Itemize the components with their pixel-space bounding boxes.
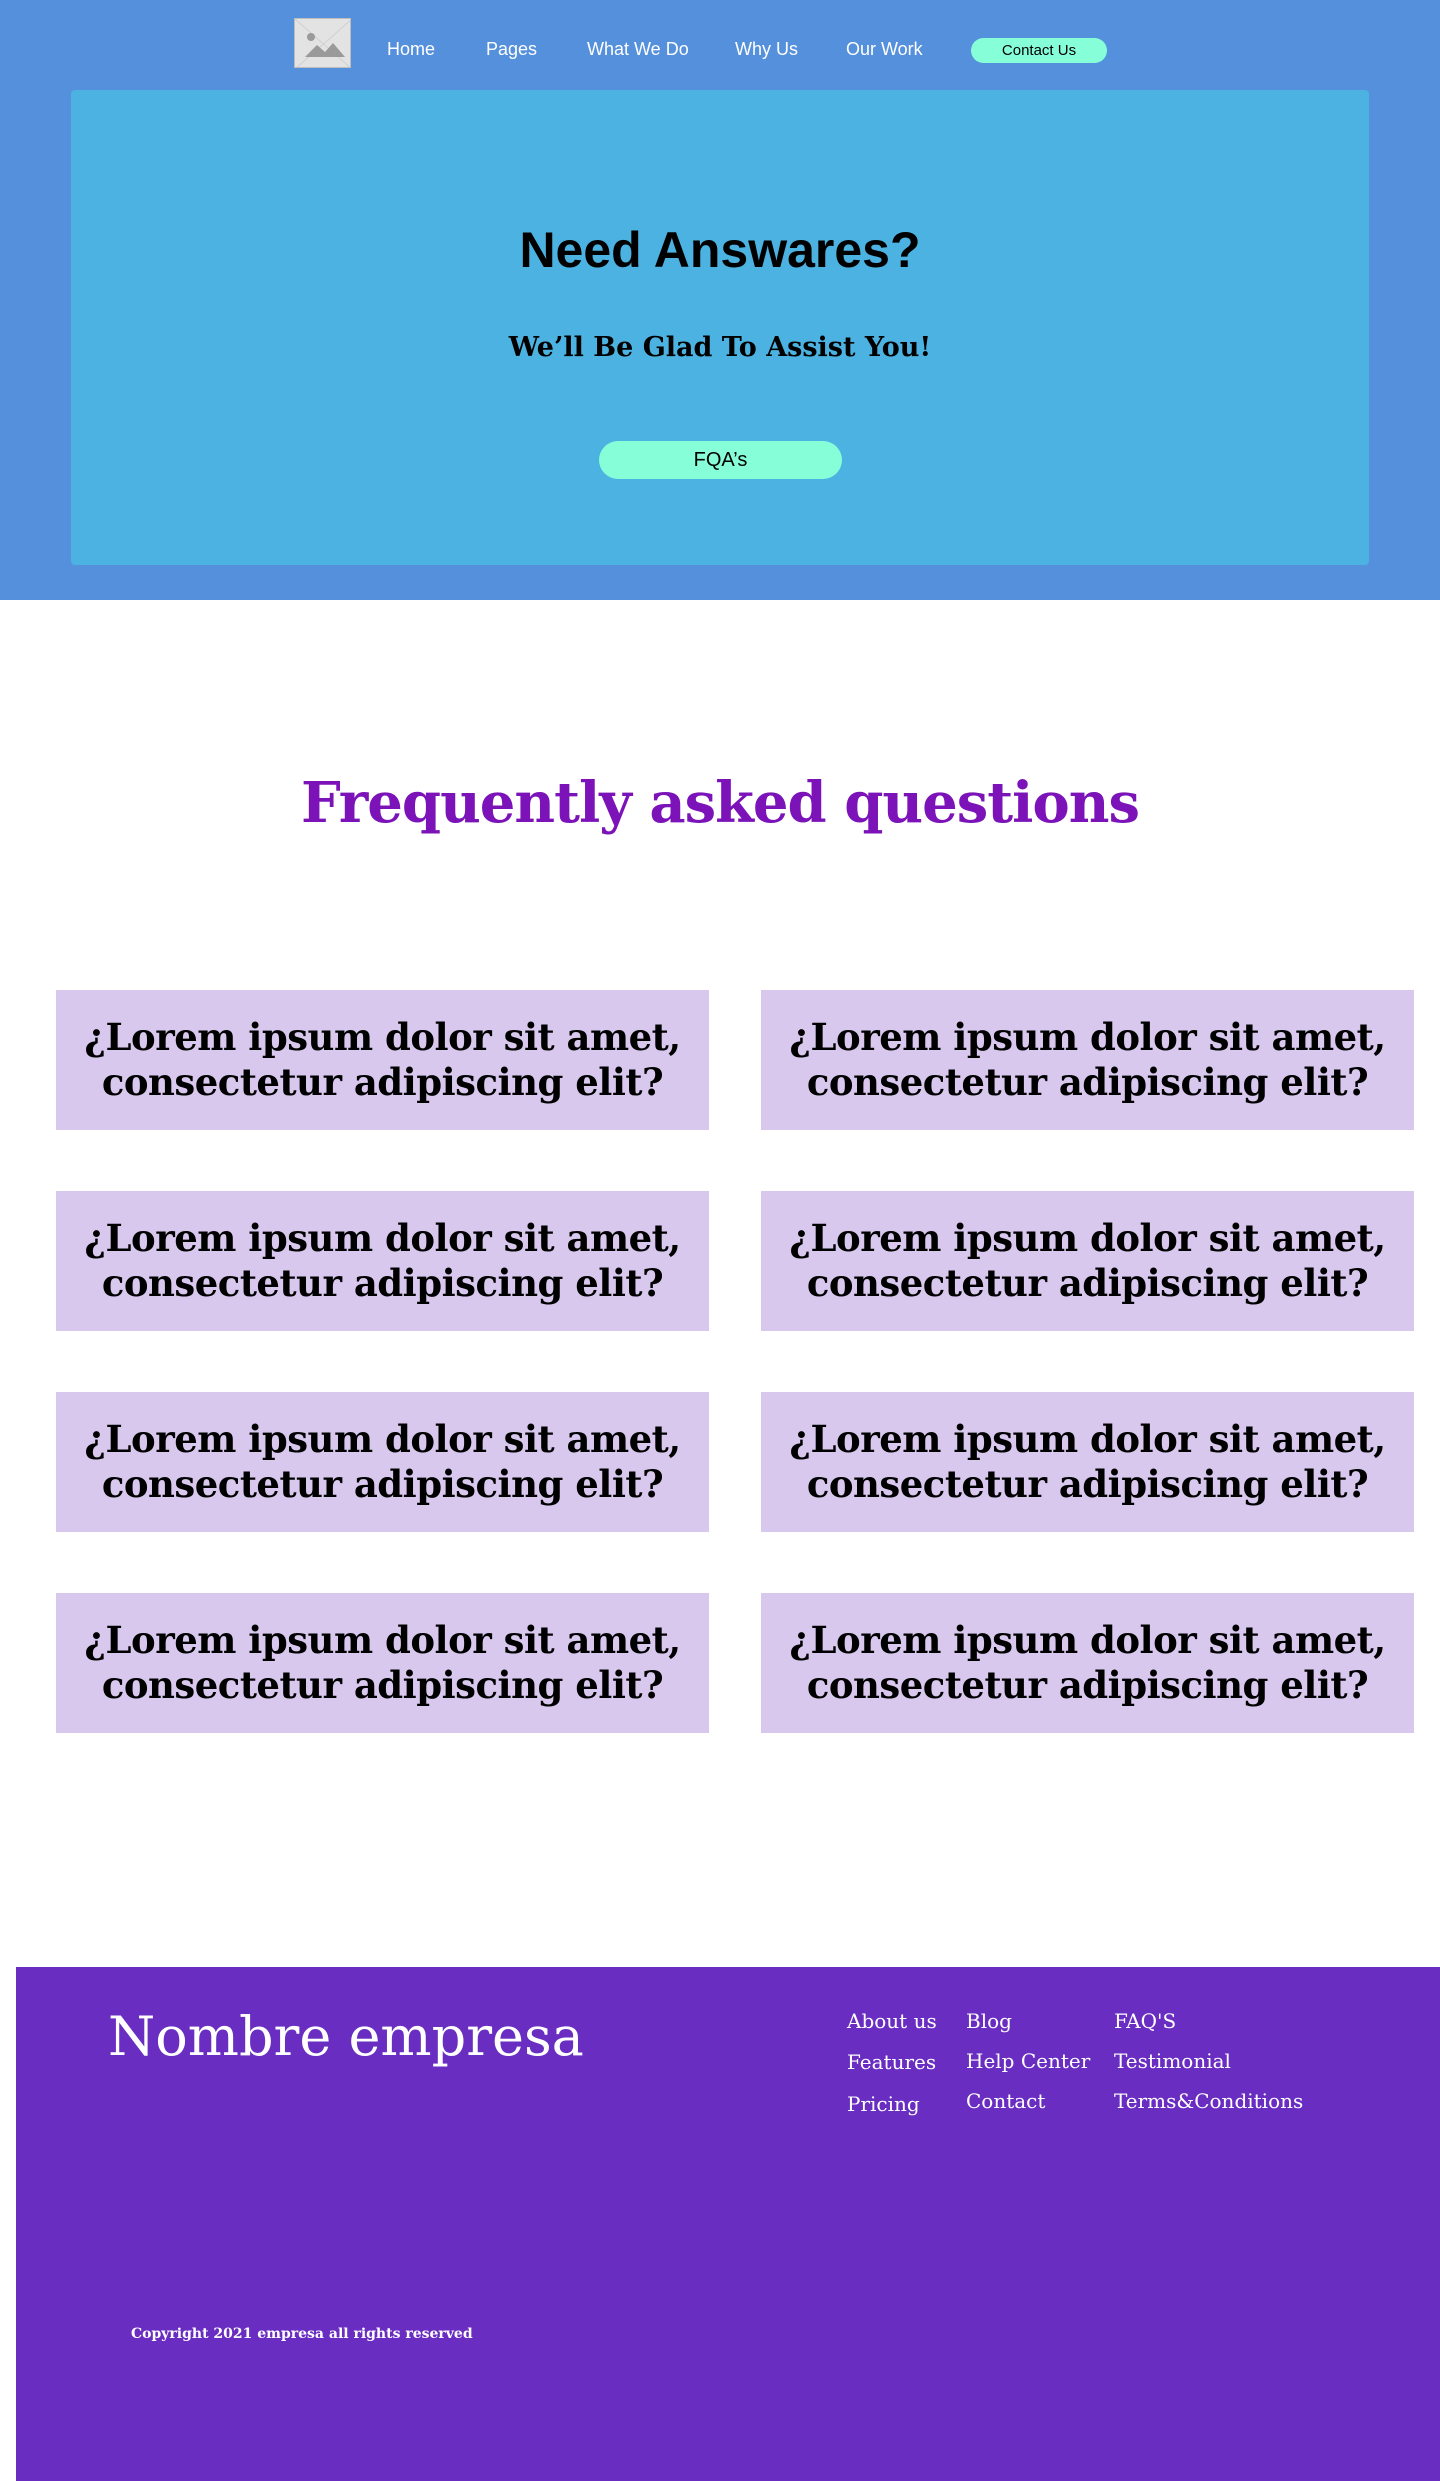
faqs-button[interactable]: FQA’s [599, 441, 842, 479]
footer-link-pricing[interactable]: Pricing [847, 2091, 920, 2117]
faq-heading: Frequently asked questions [301, 770, 1140, 836]
footer-link-terms-conditions[interactable]: Terms&Conditions [1114, 2088, 1303, 2114]
nav-link-what-we-do[interactable]: What We Do [587, 38, 689, 60]
nav-link-pages[interactable]: Pages [486, 38, 537, 60]
hero-title: Need Answares? [519, 222, 921, 278]
hero-card [71, 90, 1369, 565]
footer-link-help-center[interactable]: Help Center [966, 2048, 1090, 2074]
hero-subtitle: We’ll Be Glad To Assist You! [508, 332, 932, 363]
footer-link-about-us[interactable]: About us [847, 2008, 937, 2034]
image-placeholder-icon [295, 19, 350, 67]
footer-link-faqs[interactable]: FAQ'S [1114, 2008, 1176, 2034]
copyright-text: Copyright 2021 empresa all rights reserv… [131, 2326, 473, 2342]
footer-link-blog[interactable]: Blog [966, 2008, 1012, 2034]
nav-link-home[interactable]: Home [387, 38, 435, 60]
faq-question-card[interactable]: ¿Lorem ipsum dolor sit amet, consectetur… [761, 1191, 1414, 1331]
top-nav: Home Pages What We Do Why Us Our Work Co… [0, 0, 1440, 90]
nav-link-why-us[interactable]: Why Us [735, 38, 798, 60]
footer-link-features[interactable]: Features [847, 2049, 936, 2075]
contact-us-button[interactable]: Contact Us [971, 38, 1107, 63]
nav-link-our-work[interactable]: Our Work [846, 38, 923, 60]
faq-question-card[interactable]: ¿Lorem ipsum dolor sit amet, consectetur… [56, 1392, 709, 1532]
logo-image-placeholder-icon[interactable] [294, 18, 351, 68]
footer: Nombre empresa About us Features Pricing… [16, 1967, 1440, 2481]
faq-question-card[interactable]: ¿Lorem ipsum dolor sit amet, consectetur… [56, 1593, 709, 1733]
faq-question-card[interactable]: ¿Lorem ipsum dolor sit amet, consectetur… [761, 990, 1414, 1130]
faq-question-card[interactable]: ¿Lorem ipsum dolor sit amet, consectetur… [56, 990, 709, 1130]
faq-question-card[interactable]: ¿Lorem ipsum dolor sit amet, consectetur… [56, 1191, 709, 1331]
faq-question-card[interactable]: ¿Lorem ipsum dolor sit amet, consectetur… [761, 1593, 1414, 1733]
footer-link-testimonial[interactable]: Testimonial [1114, 2048, 1231, 2074]
footer-link-contact[interactable]: Contact [966, 2088, 1045, 2114]
footer-brand-name: Nombre empresa [108, 2005, 584, 2068]
faq-question-card[interactable]: ¿Lorem ipsum dolor sit amet, consectetur… [761, 1392, 1414, 1532]
hero-section: Home Pages What We Do Why Us Our Work Co… [0, 0, 1440, 600]
